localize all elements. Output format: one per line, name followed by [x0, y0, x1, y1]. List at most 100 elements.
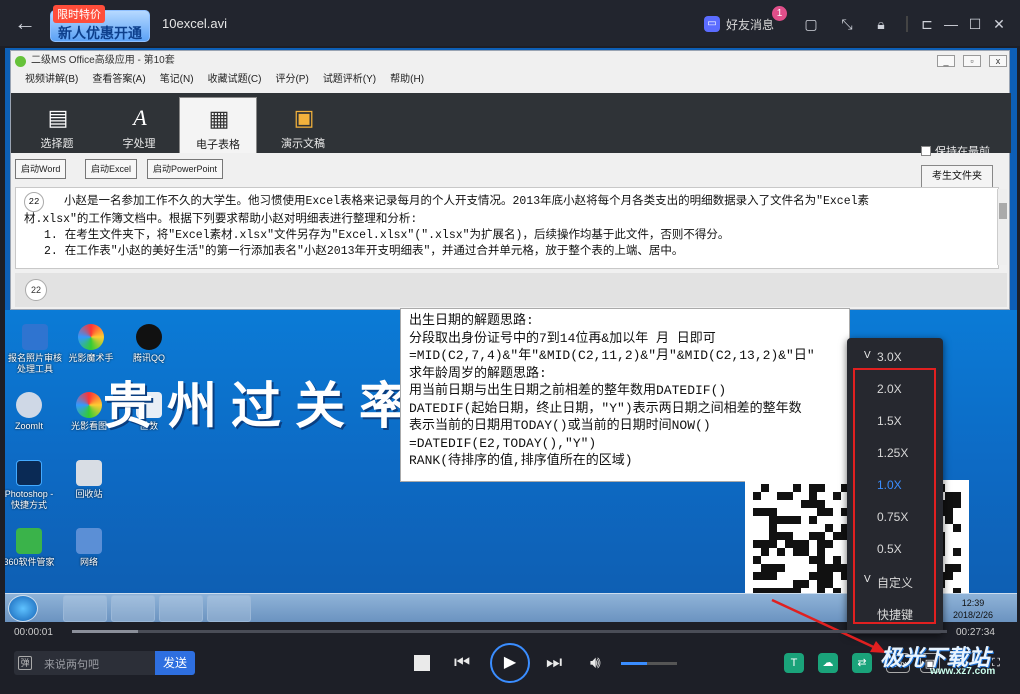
qr-module	[793, 548, 801, 556]
taskbar-app[interactable]	[111, 595, 155, 622]
document-icon: ▤	[47, 105, 69, 130]
next-icon[interactable]: ⏭︎	[546, 652, 562, 673]
vip-icon: V	[864, 350, 871, 361]
text-tool-icon[interactable]: T	[784, 653, 804, 673]
taskbar-ie-icon[interactable]	[159, 595, 203, 622]
unread-badge: 1	[772, 6, 787, 21]
desktop-icon[interactable]: 报名照片审核处理工具	[5, 324, 65, 375]
desktop-icon[interactable]: 光影魔术手	[61, 324, 121, 364]
desktop-icon[interactable]: ZoomIt	[5, 392, 59, 432]
desktop-icon[interactable]: Photoshop - 快捷方式	[5, 460, 59, 511]
previous-icon[interactable]: ⏮︎	[454, 652, 470, 673]
desktop-icon-label: 光影看图	[70, 421, 107, 431]
qr-module	[809, 484, 817, 492]
qr-module	[785, 540, 793, 548]
maximize-icon[interactable]: ☐	[966, 15, 984, 33]
desktop-icon-label: 光影魔术手	[68, 353, 114, 363]
tv-icon[interactable]: ▢	[802, 15, 820, 33]
qr-module	[809, 500, 817, 508]
promo-button[interactable]: 限时特价 新人优惠开通	[50, 5, 150, 42]
notes-line: =DATEDIF(E2,TODAY(),"Y")	[409, 435, 597, 451]
qr-module	[809, 572, 817, 580]
stop-icon[interactable]	[414, 655, 430, 671]
qr-module	[801, 540, 809, 548]
win-minimize-icon[interactable]: _	[937, 55, 955, 67]
send-button[interactable]: 发送	[155, 651, 195, 675]
tab-choice[interactable]: ▤ 选择题	[19, 97, 95, 153]
qr-module	[817, 564, 825, 572]
menu-analysis[interactable]: 试题评析(Y)	[323, 71, 376, 89]
nevercolor-icon	[78, 324, 104, 350]
tab-excel[interactable]: ▦ 电子表格	[179, 97, 257, 153]
cloud-icon[interactable]: ☁	[818, 653, 838, 673]
qr-module	[817, 532, 825, 540]
danmaku-icon[interactable]: 弹	[18, 656, 32, 670]
qr-module	[777, 548, 785, 556]
launch-excel-button[interactable]: 启动Excel	[85, 159, 138, 179]
close-icon[interactable]: ✕	[990, 15, 1008, 33]
pin-icon[interactable]: ⊏	[918, 15, 936, 33]
qr-module	[761, 548, 769, 556]
question-scrollbar[interactable]	[997, 189, 1007, 265]
desktop-icon[interactable]: 网络	[59, 528, 119, 568]
question-nav-number[interactable]: 22	[25, 279, 47, 301]
volume-slider[interactable]	[621, 662, 677, 665]
volume-icon[interactable]: 🔊︎	[590, 653, 601, 673]
back-arrow-icon[interactable]: ←	[14, 10, 40, 36]
start-orb-icon[interactable]	[8, 595, 38, 622]
win-restore-icon[interactable]: ▫	[963, 55, 981, 67]
watermark-url: www.xz7.com	[930, 666, 996, 677]
desktop-icon[interactable]: 360软件管家	[5, 528, 59, 568]
desktop-icon[interactable]: 腾讯QQ	[119, 324, 179, 364]
menu-answer[interactable]: 查看答案(A)	[92, 71, 145, 89]
play-button[interactable]: ▶	[490, 643, 530, 683]
speed-option-3x[interactable]: V 3.0X	[847, 350, 943, 364]
progress-bar[interactable]	[72, 630, 947, 633]
taskbar-app[interactable]	[63, 595, 107, 622]
qr-module	[769, 564, 777, 572]
zoom-icon	[16, 392, 42, 418]
exam-window-title: 二级MS Office高级应用 - 第10套	[31, 55, 175, 66]
mini-mode-icon[interactable]: ⤡	[838, 15, 856, 33]
tab-ppt-label: 演示文稿	[281, 138, 325, 150]
friend-messages-button[interactable]: ▭ 好友消息 1	[704, 6, 787, 34]
taskbar-app[interactable]	[207, 595, 251, 622]
qr-module	[809, 516, 817, 524]
menu-score[interactable]: 评分(P)	[275, 71, 308, 89]
qr-module	[785, 492, 793, 500]
qr-module	[801, 548, 809, 556]
qr-module	[825, 572, 833, 580]
menu-help[interactable]: 帮助(H)	[390, 71, 424, 89]
desktop-icon-label: 报名照片审核处理工具	[7, 353, 62, 374]
desktop-icon[interactable]: 回收站	[59, 460, 119, 500]
checkbox-box	[921, 146, 931, 156]
tab-word[interactable]: A 字处理	[101, 97, 177, 153]
launch-word-button[interactable]: 启动Word	[15, 159, 67, 179]
swap-icon[interactable]: ⇄	[852, 653, 872, 673]
qr-module	[833, 532, 841, 540]
photoshop-icon	[16, 460, 42, 486]
qr-module	[953, 548, 961, 556]
minimize-icon[interactable]: —	[942, 15, 960, 33]
tab-choice-label: 选择题	[40, 138, 74, 150]
desktop-icon-label: 360软件管家	[5, 557, 55, 567]
menu-video[interactable]: 视频讲解(B)	[25, 71, 78, 89]
qr-module	[777, 564, 785, 572]
launch-powerpoint-button[interactable]: 启动PowerPoint	[147, 159, 224, 179]
keep-on-top-checkbox[interactable]: 保持在最前	[921, 143, 990, 159]
exam-folder-button[interactable]: 考生文件夹	[921, 165, 993, 189]
lock-icon[interactable]: 🔒︎	[872, 15, 890, 33]
spreadsheet-icon: ▦	[208, 106, 230, 131]
tab-ppt[interactable]: ▣ 演示文稿	[265, 97, 341, 153]
win-close-icon[interactable]: x	[989, 55, 1007, 67]
qr-module	[817, 540, 825, 548]
exam-tab-bar: ▤ 选择题 A 字处理 ▦ 电子表格 ▣ 演示文稿 保持在最前 考生文件夹	[11, 93, 1011, 189]
qr-module	[777, 516, 785, 524]
qr-module	[753, 492, 761, 500]
menu-notes[interactable]: 笔记(N)	[160, 71, 194, 89]
desktop-icon-label: 回收站	[75, 489, 103, 499]
menu-favorite[interactable]: 收藏试题(C)	[208, 71, 262, 89]
qr-module	[825, 564, 833, 572]
qr-module	[945, 564, 953, 572]
scroll-thumb[interactable]	[999, 203, 1007, 219]
